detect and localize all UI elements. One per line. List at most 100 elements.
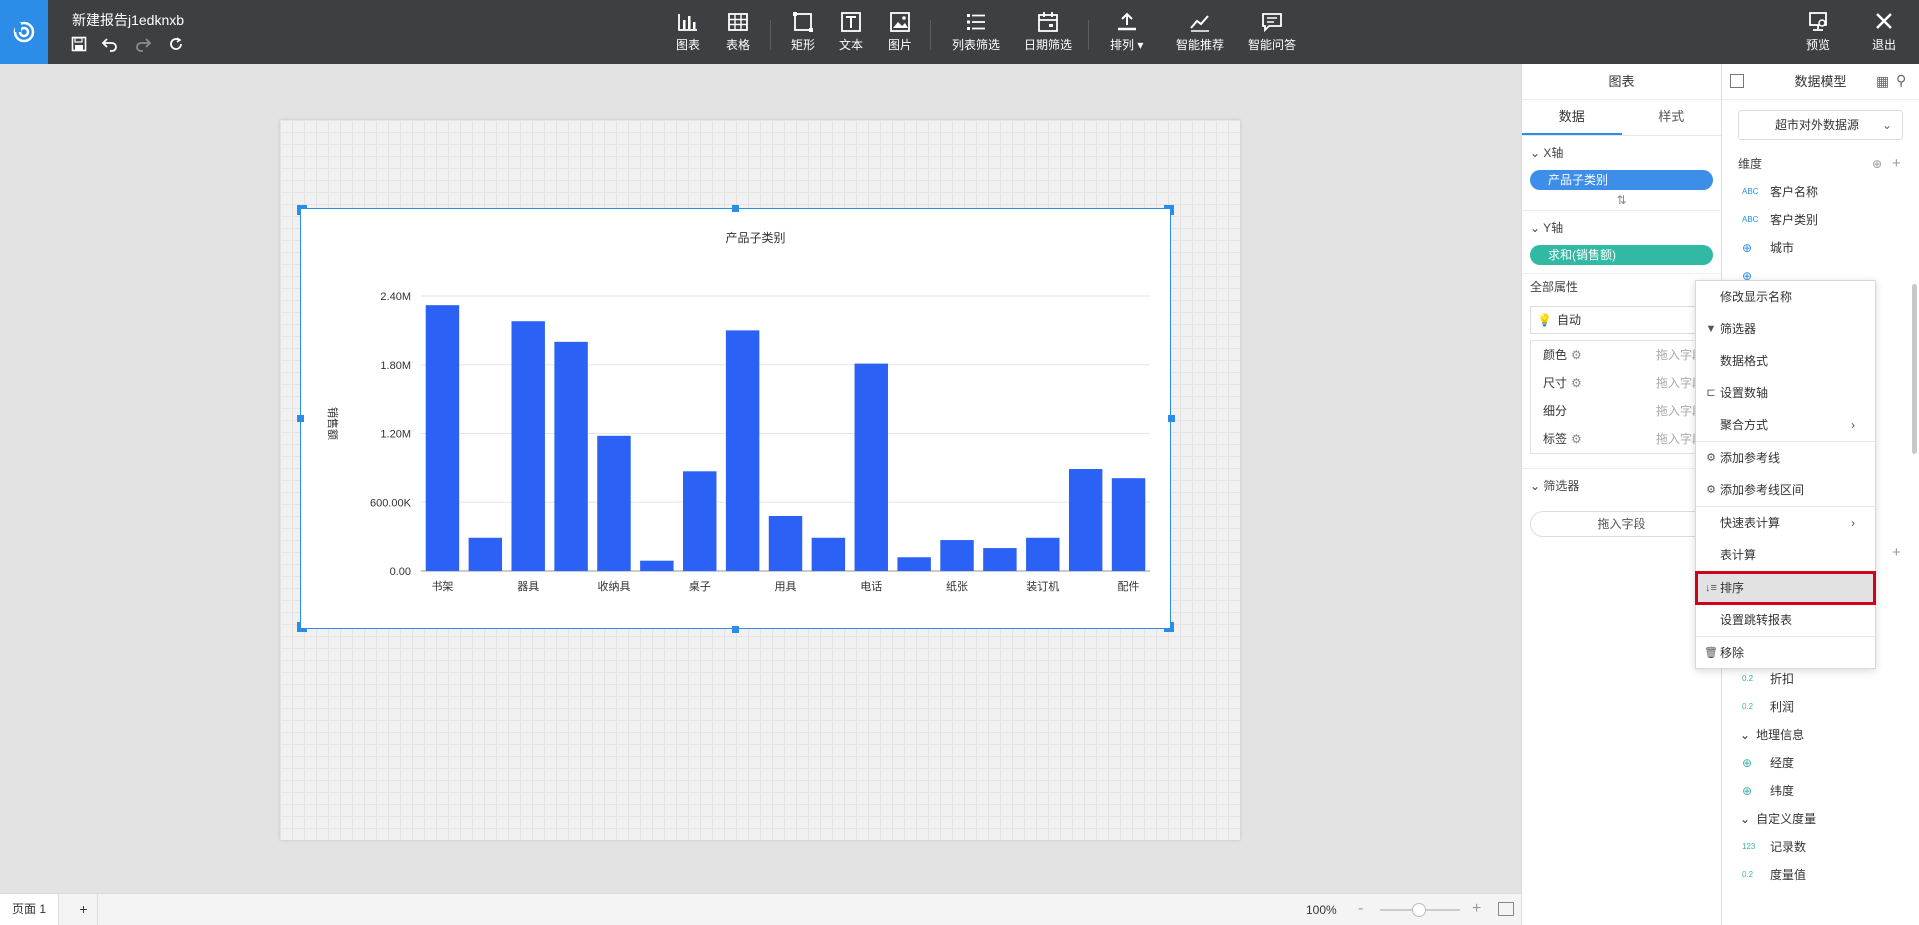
rectangle-button[interactable]: 矩形 [791,12,815,56]
field-item[interactable]: 123 记录数 [1722,833,1918,861]
add-icon[interactable]: + [1892,544,1901,561]
resize-corner-bl[interactable] [297,622,307,632]
menu-item-label: 移除 [1720,646,1745,660]
smart-recommend-button[interactable]: 智能推荐 [1176,12,1224,56]
menu-item-2[interactable]: ▼ 筛选器 [1696,313,1875,345]
zoom-out-button[interactable]: - [1358,900,1363,918]
undo-icon[interactable] [101,35,119,53]
text-button[interactable]: 文本 [839,12,863,56]
x-axis-header[interactable]: ⌄ X轴 [1522,136,1721,170]
page-tab[interactable]: 页面 1 [0,894,60,925]
prop-detail[interactable]: 细分 拖入字段 [1531,397,1712,425]
field-item[interactable]: ⊕ 纬度 [1722,777,1918,805]
trash-icon: 🗑 [1704,647,1718,659]
list-filter-button-label: 列表筛选 [952,38,1001,52]
globe-icon[interactable]: ⊕ [1872,150,1882,178]
redo-icon[interactable] [134,35,152,53]
menu-item-7[interactable]: ⚙ 添加参考线区间 [1696,474,1875,506]
prop-color[interactable]: 颜色 ⚙ 拖入字段 [1531,341,1712,369]
menu-item-5[interactable]: 聚合方式 › [1696,409,1875,441]
add-page-button[interactable]: + [70,894,98,925]
fit-screen-icon[interactable] [1498,902,1514,916]
tab-style[interactable]: 样式 [1622,100,1722,135]
preview-button[interactable]: 预览 [1806,12,1830,56]
folder-geo[interactable]: ⌄ 地理信息 [1722,721,1918,749]
preview-icon [1809,12,1827,31]
menu-item-12[interactable]: 🗑 移除 [1696,637,1875,669]
save-icon[interactable] [70,35,88,53]
chart-bar [597,435,631,571]
chart-widget[interactable]: 产品子类别 销售额 0.00 600.00K 1.20M 1.80M 2.40M 书架 器具 收纳… [300,208,1171,629]
filter-header[interactable]: ⌄ 筛选器 [1522,469,1721,503]
chart-bar [511,321,545,571]
smart-qa-button-label: 智能问答 [1248,38,1297,52]
chart-bar [1026,537,1060,571]
y-tick-label: 0.00 [390,566,411,578]
tab-data[interactable]: 数据 [1522,100,1622,135]
menu-item-9[interactable]: 表计算 [1696,539,1875,571]
folder-label: 自定义度量 [1756,812,1817,826]
search-icon[interactable]: ⚲ [1896,72,1906,89]
datasource-select[interactable]: 超市对外数据源 ⌄ [1738,110,1903,140]
menu-item-11[interactable]: 设置跳转报表 [1696,604,1875,636]
filter-drop-zone[interactable]: 拖入字段 [1530,511,1713,537]
menu-item-label: 排序 [1720,581,1745,595]
list-filter-button[interactable]: 列表筛选 [952,12,1000,56]
menu-item-label: 添加参考线 [1720,451,1781,465]
chart-button[interactable]: 图表 [676,12,700,56]
gear-icon[interactable]: ⚙ [1571,425,1582,453]
y-tick-label: 1.80M [380,360,411,372]
field-item[interactable]: 0.2 度量值 [1722,861,1918,889]
prop-label[interactable]: 标签 ⚙ 拖入字段 [1531,425,1712,453]
field-item[interactable]: ABC 客户名称 [1722,178,1919,206]
image-button[interactable]: 图片 [888,12,912,56]
sort-icon: ↓≡ [1705,582,1717,594]
toolbar-divider [1088,20,1089,50]
prop-size[interactable]: 尺寸 ⚙ 拖入字段 [1531,369,1712,397]
add-icon[interactable]: + [1892,150,1901,178]
resize-handle-right[interactable] [1168,415,1175,422]
field-label: 折扣 [1770,672,1795,686]
zoom-slider-knob[interactable] [1412,903,1426,917]
mark-type-select[interactable]: 💡 自动 [1530,306,1713,334]
refresh-icon[interactable] [167,35,185,53]
field-item[interactable]: 0.2 折扣 [1722,665,1918,693]
chevron-down-icon: ⌄ [1740,728,1751,742]
y-axis-header[interactable]: ⌄ Y轴 [1522,211,1721,245]
resize-handle-left[interactable] [297,415,304,422]
field-context-menu: 修改显示名称 ▼ 筛选器 数据格式 ⊏ 设置数轴 聚合方式 › ⚙ 添加参考线 ⚙ 添加参考线区间 快速… [1695,280,1876,669]
gear-icon[interactable]: ⚙ [1571,369,1582,397]
menu-item-10[interactable]: ↓≡ 排序 [1695,571,1876,605]
field-item[interactable]: ABC 客户类别 [1722,206,1919,234]
x-tick-label: 装订机 [1026,579,1059,593]
x-tick-label: 用具 [775,580,797,593]
chevron-down-icon: ▾ [1134,38,1144,52]
field-item[interactable]: ⊕ 城市 [1722,234,1919,262]
menu-item-1[interactable]: 修改显示名称 [1696,281,1875,313]
swap-axes-icon[interactable]: ⇅ [1522,190,1721,210]
folder-custom-measures[interactable]: ⌄ 自定义度量 [1722,805,1918,833]
table-button[interactable]: 表格 [726,12,750,56]
resize-corner-tl[interactable] [297,205,307,215]
zoom-in-button[interactable]: + [1472,900,1481,918]
smart-qa-button[interactable]: 智能问答 [1248,12,1296,56]
arrange-button[interactable]: 排列 ▾ [1110,12,1143,56]
menu-item-3[interactable]: 数据格式 [1696,345,1875,377]
smart-recommend-button-label: 智能推荐 [1176,38,1225,52]
resize-corner-tr[interactable] [1164,205,1174,215]
date-filter-button[interactable]: 日期筛选 [1024,12,1072,56]
x-axis-field-pill[interactable]: 产品子类别 [1530,170,1713,190]
exit-button[interactable]: 退出 [1872,12,1896,56]
menu-item-4[interactable]: ⊏ 设置数轴 [1696,377,1875,409]
menu-item-8[interactable]: 快速表计算 › [1696,507,1875,539]
grid-view-icon[interactable]: ▦ [1876,73,1889,90]
y-axis-field-pill[interactable]: 求和(销售额) [1530,245,1713,265]
field-item[interactable]: 0.2 利润 [1722,693,1918,721]
resize-handle-bottom[interactable] [732,626,739,633]
scrollbar[interactable] [1912,284,1917,454]
field-item[interactable]: ⊕ 经度 [1722,749,1918,777]
resize-corner-br[interactable] [1164,622,1174,632]
gear-icon[interactable]: ⚙ [1571,341,1582,369]
menu-item-6[interactable]: ⚙ 添加参考线 [1696,442,1875,474]
resize-handle-top[interactable] [732,205,739,212]
